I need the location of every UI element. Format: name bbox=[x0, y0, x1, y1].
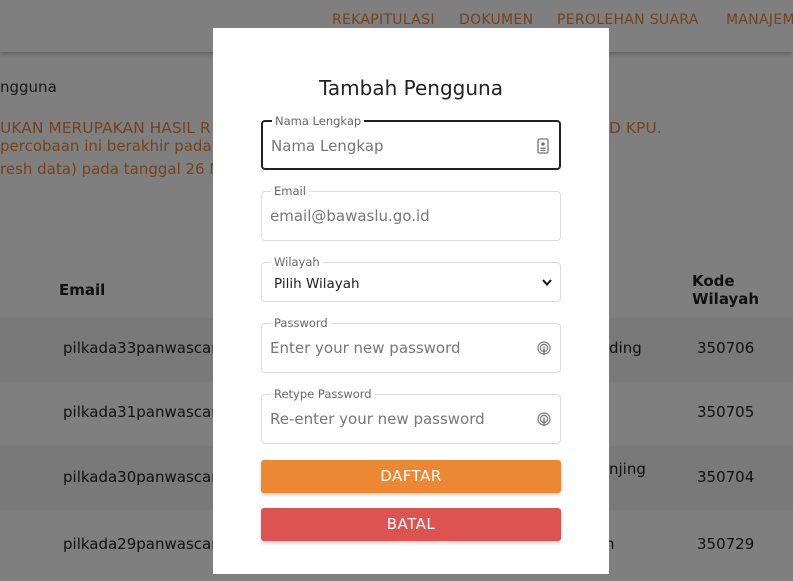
email-label: Email bbox=[271, 184, 309, 198]
password-input[interactable] bbox=[270, 336, 530, 360]
add-user-modal: Tambah Pengguna Nama Lengkap Email Wilay… bbox=[213, 28, 609, 574]
password-label: Password bbox=[271, 316, 331, 330]
daftar-button[interactable]: DAFTAR bbox=[261, 460, 561, 493]
wilayah-selected-value: Pilih Wilayah bbox=[274, 276, 360, 292]
password-field[interactable]: Password bbox=[261, 316, 561, 373]
id-card-icon bbox=[537, 138, 549, 154]
retype-password-label: Retype Password bbox=[271, 387, 375, 401]
wilayah-select[interactable]: Wilayah Pilih Wilayah bbox=[261, 255, 561, 302]
fingerprint-icon[interactable] bbox=[536, 339, 552, 357]
email-input[interactable] bbox=[270, 204, 530, 228]
nama-lengkap-input[interactable] bbox=[271, 134, 531, 158]
chevron-down-icon bbox=[542, 279, 552, 287]
nama-lengkap-field[interactable]: Nama Lengkap bbox=[261, 114, 561, 170]
nama-lengkap-label: Nama Lengkap bbox=[272, 114, 365, 128]
modal-title: Tambah Pengguna bbox=[319, 76, 503, 100]
retype-password-input[interactable] bbox=[270, 407, 530, 431]
fingerprint-icon[interactable] bbox=[536, 410, 552, 428]
retype-password-field[interactable]: Retype Password bbox=[261, 387, 561, 444]
email-field[interactable]: Email bbox=[261, 184, 561, 241]
wilayah-label: Wilayah bbox=[271, 255, 323, 269]
batal-button[interactable]: BATAL bbox=[261, 508, 561, 541]
